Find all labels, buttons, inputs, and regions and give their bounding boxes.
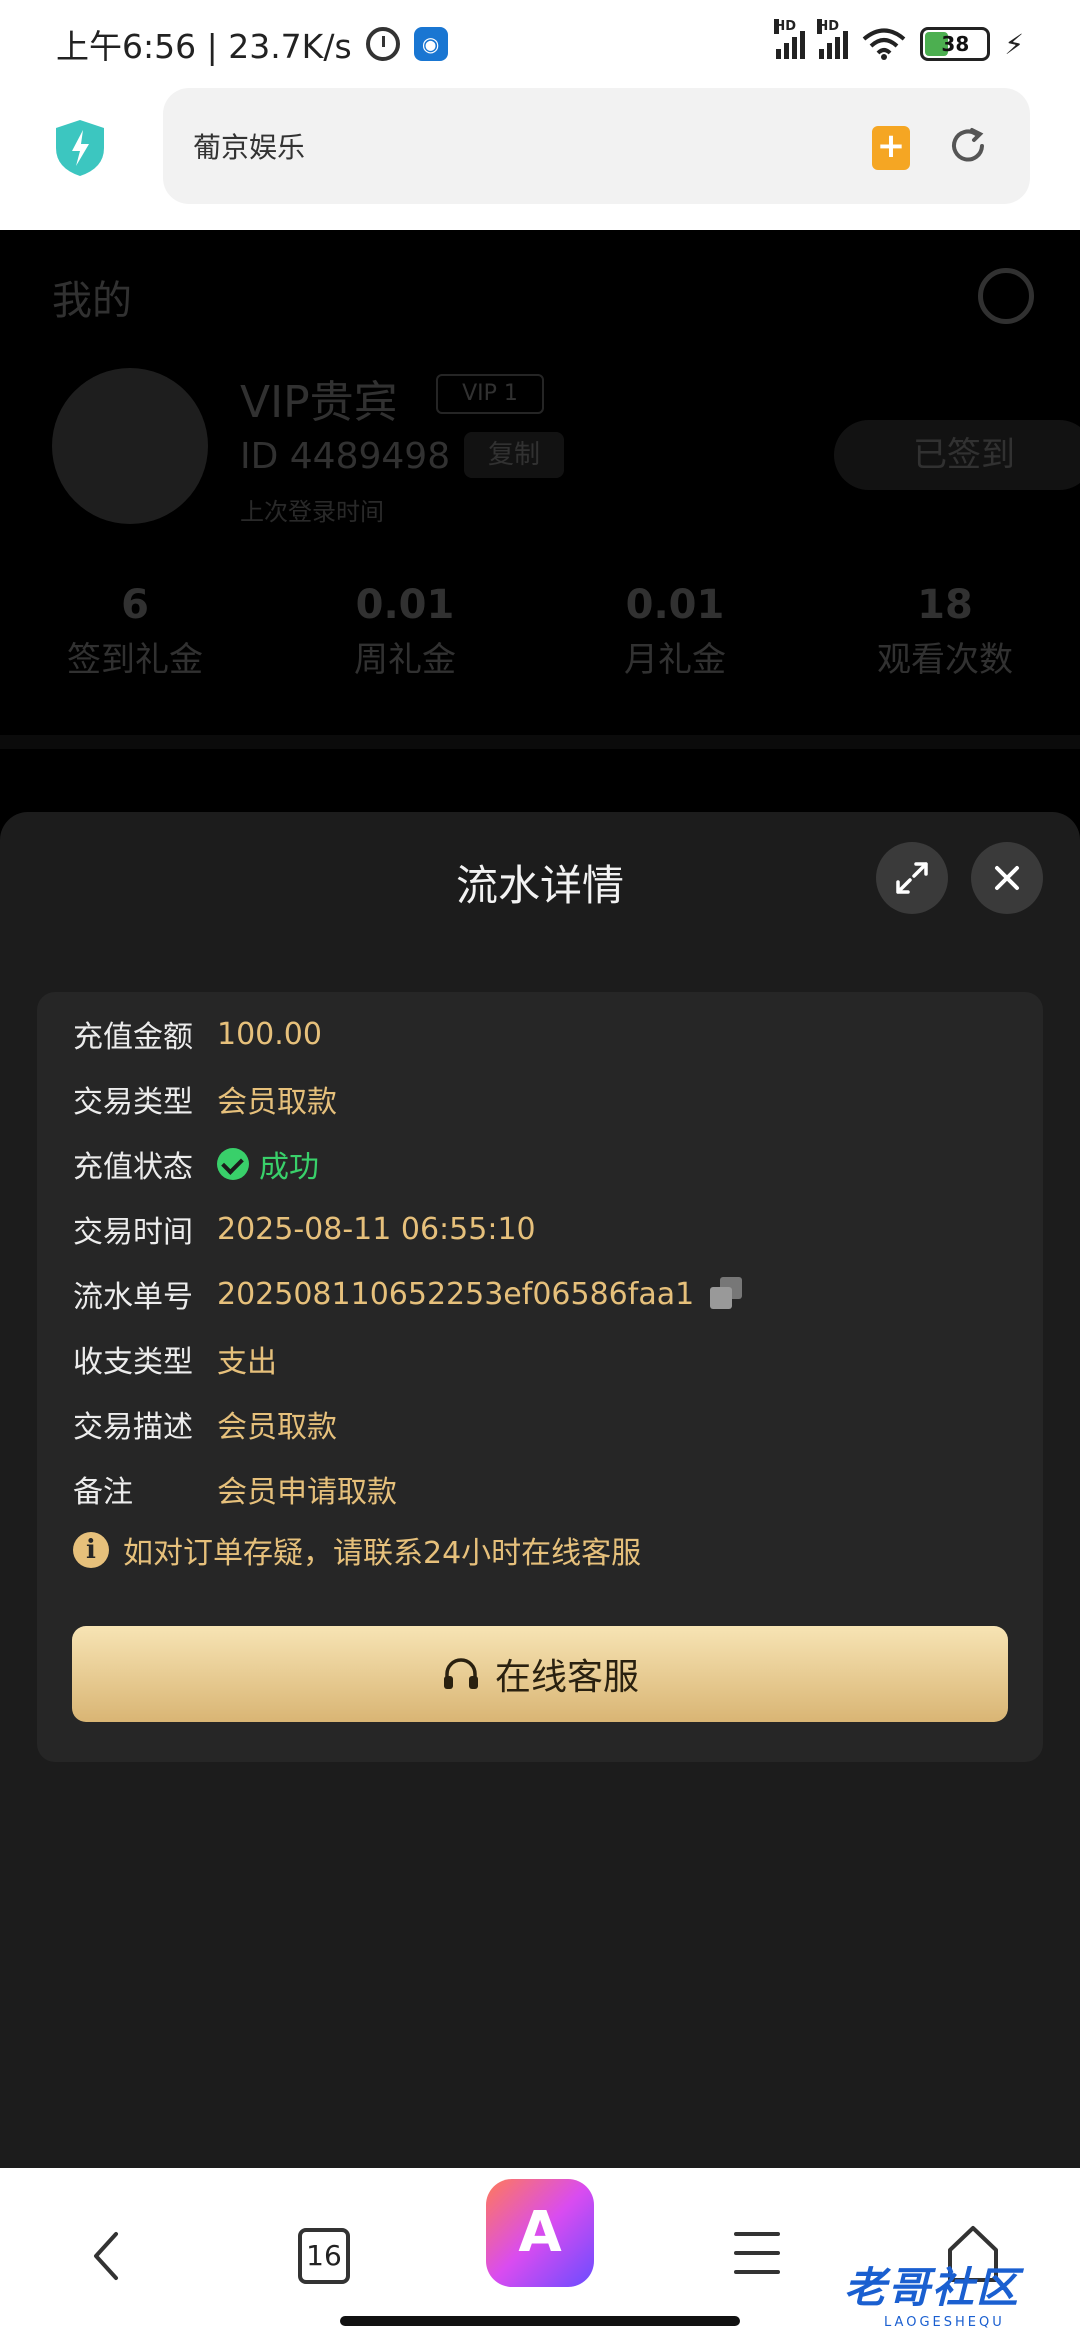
back-icon[interactable] [86, 2228, 126, 2284]
detail-row-remark: 备注 会员申请取款 [73, 1475, 397, 1510]
bolt-icon: ⚡ [1004, 27, 1024, 61]
detail-card: 充值金额 100.00 交易类型 会员取款 充值状态 成功 交易时间 2025-… [37, 992, 1043, 1762]
expand-button[interactable] [876, 842, 948, 914]
menu-icon[interactable] [734, 2232, 780, 2276]
user-id: ID 4489498 [240, 436, 451, 477]
alarm-icon [365, 27, 400, 61]
shield-icon[interactable] [54, 118, 106, 178]
stat-item: 6 签到礼金 [67, 582, 203, 680]
last-login: 上次登录时间 [240, 498, 384, 526]
wifi-icon [862, 28, 906, 60]
detail-row-flow-type: 收支类型 支出 [73, 1345, 277, 1380]
order-number: 202508110652253ef06586faa1 [217, 1276, 695, 1312]
browser-toolbar: 葡京娱乐 + [0, 88, 1080, 230]
expand-icon [896, 862, 928, 894]
watermark-logo: 老哥社区 LAOGESHEQU [844, 2263, 1021, 2330]
support-notice: i 如对订单存疑，请联系24小时在线客服 [73, 1528, 641, 1572]
divider [0, 735, 1080, 749]
detail-row-order-no: 流水单号 202508110652253ef06586faa1 [73, 1272, 744, 1316]
page-title: 我的 [52, 278, 132, 324]
browser-nav-bar: 16 A 老哥社区 LAOGESHEQU [0, 2168, 1080, 2340]
vip-badge: VIP 1 [436, 374, 544, 414]
gesture-bar[interactable] [340, 2316, 740, 2326]
close-button[interactable] [971, 842, 1043, 914]
signal-icon: HD [817, 19, 849, 59]
detail-row-amount: 充值金额 100.00 [73, 1016, 322, 1056]
stats-row: 6 签到礼金 0.01 周礼金 0.01 月礼金 18 观看次数 [0, 582, 1080, 681]
stat-item: 18 观看次数 [877, 582, 1013, 680]
battery-icon: 38 [920, 27, 991, 61]
detail-row-description: 交易描述 会员取款 [73, 1410, 337, 1445]
signal-icon: HD [774, 19, 806, 59]
status-bar: 上午6:56 | 23.7K/s ◉ HD HD 38 ⚡ [0, 0, 1080, 88]
signed-in-button: 已签到 [834, 420, 1080, 490]
stat-item: 0.01 月礼金 [624, 582, 726, 680]
detail-row-type: 交易类型 会员取款 [73, 1085, 337, 1120]
status-success: 成功 [259, 1150, 319, 1185]
add-bookmark-icon[interactable]: + [872, 126, 910, 170]
copy-icon[interactable] [710, 1277, 744, 1311]
settings-gear-icon [978, 268, 1034, 324]
address-bar-url[interactable]: 葡京娱乐 [193, 126, 305, 166]
user-name: VIP贵宾 [240, 377, 398, 428]
ai-assistant-button[interactable]: A [486, 2179, 594, 2287]
stat-item: 0.01 周礼金 [354, 582, 456, 680]
detail-row-status: 充值状态 成功 [73, 1142, 319, 1186]
address-bar[interactable]: 葡京娱乐 + [163, 88, 1030, 204]
tabs-button[interactable]: 16 [298, 2228, 350, 2284]
status-time: 上午6:56 | 23.7K/s [56, 27, 352, 66]
transaction-detail-sheet: 流水详情 充值金额 100.00 交易类型 会员取款 充值状态 成功 交易时间 … [0, 812, 1080, 2168]
headset-icon [443, 1658, 478, 1689]
app-notification-icon: ◉ [413, 27, 448, 61]
reload-icon[interactable] [946, 124, 990, 168]
detail-row-time: 交易时间 2025-08-11 06:55:10 [73, 1211, 536, 1251]
success-check-icon [217, 1148, 249, 1180]
copy-id-button: 复制 [464, 432, 564, 478]
close-icon [995, 866, 1019, 890]
info-icon: i [73, 1532, 109, 1568]
online-support-button[interactable]: 在线客服 [72, 1626, 1008, 1722]
avatar [52, 368, 208, 524]
online-support-label: 在线客服 [494, 1657, 639, 1698]
